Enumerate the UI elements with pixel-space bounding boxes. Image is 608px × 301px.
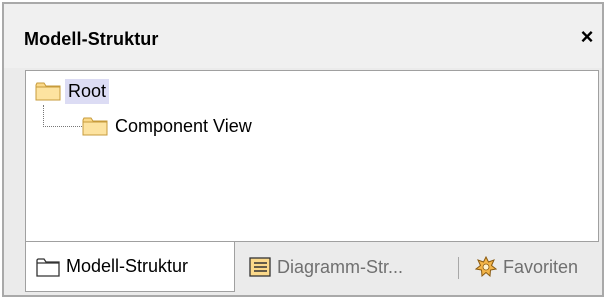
model-tree: Root Component View [25,70,599,242]
star-badge-icon [475,256,497,278]
panel-tab-bar: Modell-Struktur Diagramm-Str... Favorite… [25,242,602,295]
tree-node-label: Component View [115,115,252,136]
panel-title: Modell-Struktur [24,29,159,49]
tab-label: Favoriten [503,256,579,277]
tab-diagramm-struktur[interactable]: Diagramm-Str... [249,242,403,292]
close-icon[interactable]: × [574,24,600,50]
folder-outline-icon [36,257,60,277]
tree-node-label: Root [65,78,110,104]
folder-icon [82,116,108,136]
panel-title-bar: Modell-Struktur × [4,4,602,68]
tab-separator [458,257,459,279]
tree-connector-line [43,105,82,127]
tab-favoriten[interactable]: Favoriten [475,242,578,292]
tree-node-root[interactable]: Root [35,78,110,104]
model-structure-panel: Modell-Struktur × Root Component View Mo… [2,2,604,297]
tab-label: Modell-Struktur [66,256,189,276]
folder-icon [35,81,61,101]
tab-label: Diagramm-Str... [277,256,404,277]
tab-modell-struktur[interactable]: Modell-Struktur [25,242,235,292]
diagram-tree-icon [249,257,271,277]
tree-node-component-view[interactable]: Component View [82,113,255,139]
